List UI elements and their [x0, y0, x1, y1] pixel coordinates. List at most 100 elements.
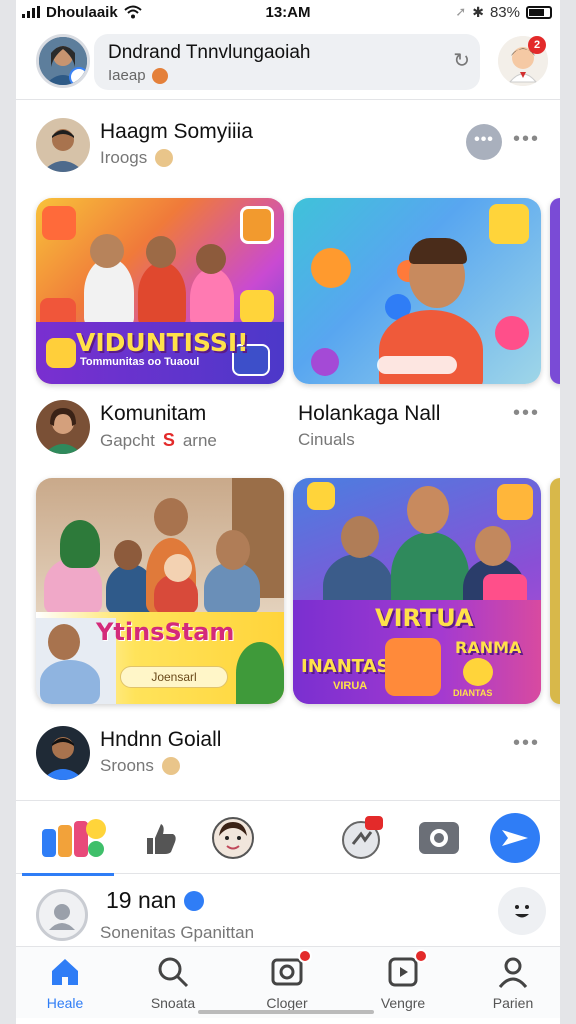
group-row[interactable]: Hndnn Goiall Sroons ••• — [16, 724, 560, 784]
sticker-icon — [307, 482, 335, 510]
top-header: Dndrand Tnnvlungaoiah Iaeap ↻ 2 — [16, 30, 560, 100]
card-banner-caption: VIRUA — [333, 680, 368, 692]
person-placeholder-icon — [49, 904, 75, 930]
person-head — [48, 624, 80, 660]
person-figure — [138, 262, 186, 328]
nav-label: Vengre — [380, 995, 426, 1011]
notification-count-badge: 2 — [528, 36, 546, 54]
post-title: 19 nan — [106, 887, 205, 914]
frame-edge-right — [560, 0, 576, 1024]
triangle-sticker-icon — [46, 338, 76, 368]
emoji-icon — [161, 757, 180, 775]
account-badge-icon — [69, 67, 87, 85]
card-banner-title: VIDUNTISSI! — [76, 328, 249, 357]
action-toolbar — [16, 800, 560, 876]
group-avatar — [36, 118, 90, 172]
nav-label: Parien — [492, 995, 534, 1011]
nav-tab-camera[interactable]: Cloger — [242, 949, 332, 1011]
message-icon[interactable] — [334, 811, 388, 865]
community-card[interactable]: VIDUNTISSI! Tommunitas oo Tuaoul — [36, 198, 284, 384]
person-head — [196, 244, 226, 274]
group-avatar — [36, 400, 90, 454]
community-card[interactable]: VIRTUA INANTAS VIRUA RANMA DIANTAS — [293, 478, 541, 704]
card-pill: Joensarl — [120, 666, 228, 688]
search-icon — [156, 955, 190, 989]
post-author-avatar — [36, 889, 88, 941]
apps-icon[interactable] — [38, 811, 110, 865]
group-name: Komunitam — [100, 402, 207, 425]
camera-icon — [270, 949, 312, 989]
group-avatar — [36, 726, 90, 780]
send-icon — [502, 830, 528, 846]
card-banner-subtitle: RANMA — [455, 638, 522, 657]
more-dots-icon[interactable]: ••• — [513, 128, 540, 151]
community-card[interactable] — [293, 198, 541, 384]
send-button[interactable] — [490, 813, 540, 863]
sticker-icon — [497, 484, 533, 520]
star-sticker-icon — [311, 248, 351, 288]
status-bar: Dhoulaaik 13:AM ➚ ✱ 83% — [16, 0, 560, 24]
person-portrait-icon — [36, 400, 90, 454]
post-subtitle: Sonenitas Gpanittan — [100, 923, 255, 942]
community-card[interactable]: YtinsStam Joensarl — [36, 478, 284, 704]
my-profile-avatar[interactable] — [36, 34, 90, 88]
smile-reaction-button[interactable] — [498, 887, 546, 935]
nav-tab-video[interactable]: Vengre — [358, 949, 448, 1011]
person-figure — [40, 660, 100, 704]
post-row[interactable]: 19 nan Sonenitas Gpanittan — [16, 875, 560, 945]
notifications-avatar[interactable]: 2 — [498, 36, 548, 86]
person-hair — [409, 238, 467, 264]
bottom-navigation: Heale Snoata Cloger Vengre Parien — [16, 946, 560, 1018]
nav-tab-home[interactable]: Heale — [20, 955, 110, 1011]
refresh-icon[interactable]: ↻ — [453, 48, 470, 73]
sticker-icon — [385, 638, 441, 696]
like-icon[interactable] — [134, 811, 188, 865]
search-bar[interactable]: Dndrand Tnnvlungaoiah Iaeap ↻ — [94, 34, 480, 90]
home-icon — [48, 955, 82, 989]
search-subtitle-text: Iaeap — [108, 67, 146, 84]
person-hijab — [60, 520, 100, 568]
person-figure — [190, 268, 234, 328]
phone-screen: Dhoulaaik 13:AM ➚ ✱ 83% Dndrand Tnnvlung… — [0, 0, 576, 1024]
card-banner-caption: Tommunitas oo Tuaoul — [80, 356, 200, 368]
person-head — [407, 486, 449, 534]
nav-tab-search[interactable]: Snoata — [128, 955, 218, 1011]
group-subtitle-text: Cinuals — [298, 430, 355, 449]
more-dots-icon[interactable]: ••• — [513, 732, 540, 755]
nav-tab-profile[interactable]: Parien — [468, 955, 558, 1011]
home-indicator — [198, 1010, 374, 1014]
sticker-icon — [240, 206, 274, 244]
person-head — [146, 236, 176, 268]
nav-label: Snoata — [150, 995, 196, 1011]
person-head — [216, 530, 250, 570]
app-content: Dhoulaaik 13:AM ➚ ✱ 83% Dndrand Tnnvlung… — [16, 0, 570, 1024]
person-portrait-icon — [36, 118, 90, 172]
camera-icon[interactable] — [412, 811, 466, 865]
person-head — [154, 498, 188, 536]
card-banner-title: VIRTUA — [375, 604, 474, 632]
sticker-icon — [489, 204, 529, 244]
group-row[interactable]: Komunitam Gapcht S arne Holankaga Nall C… — [16, 398, 560, 458]
group-name: Haagm Somyiiia — [100, 120, 253, 143]
emoji-icon — [155, 149, 174, 167]
group-subtitle: Sroons — [100, 756, 180, 776]
group-row[interactable]: Haagm Somyiiia Iroogs ••• ••• — [16, 116, 560, 176]
bluetooth-icon: ✱ — [472, 3, 484, 20]
nav-label: Heale — [46, 995, 84, 1011]
post-title-text: 19 nan — [106, 887, 177, 913]
more-dots-icon[interactable]: ••• — [513, 402, 540, 425]
user-face-icon[interactable] — [206, 811, 260, 865]
heart-icon: S — [162, 430, 175, 450]
search-title: Dndrand Tnnvlungaoiah — [108, 42, 311, 63]
group-subtitle: Gapcht S arne — [100, 430, 217, 451]
more-options-button[interactable]: ••• — [466, 124, 502, 160]
sticker-icon — [495, 316, 529, 350]
status-right: ➚ ✱ 83% — [455, 4, 552, 21]
group-subtitle-extra: arne — [182, 430, 217, 450]
card-banner-subtitle: INANTAS — [301, 656, 390, 677]
card-banner-title: YtinsStam — [96, 618, 235, 646]
group-name: Hndnn Goiall — [100, 728, 222, 751]
search-subtitle: Iaeap — [108, 67, 466, 84]
notification-dot — [298, 949, 312, 963]
group-subtitle-text: Iroogs — [100, 148, 148, 167]
